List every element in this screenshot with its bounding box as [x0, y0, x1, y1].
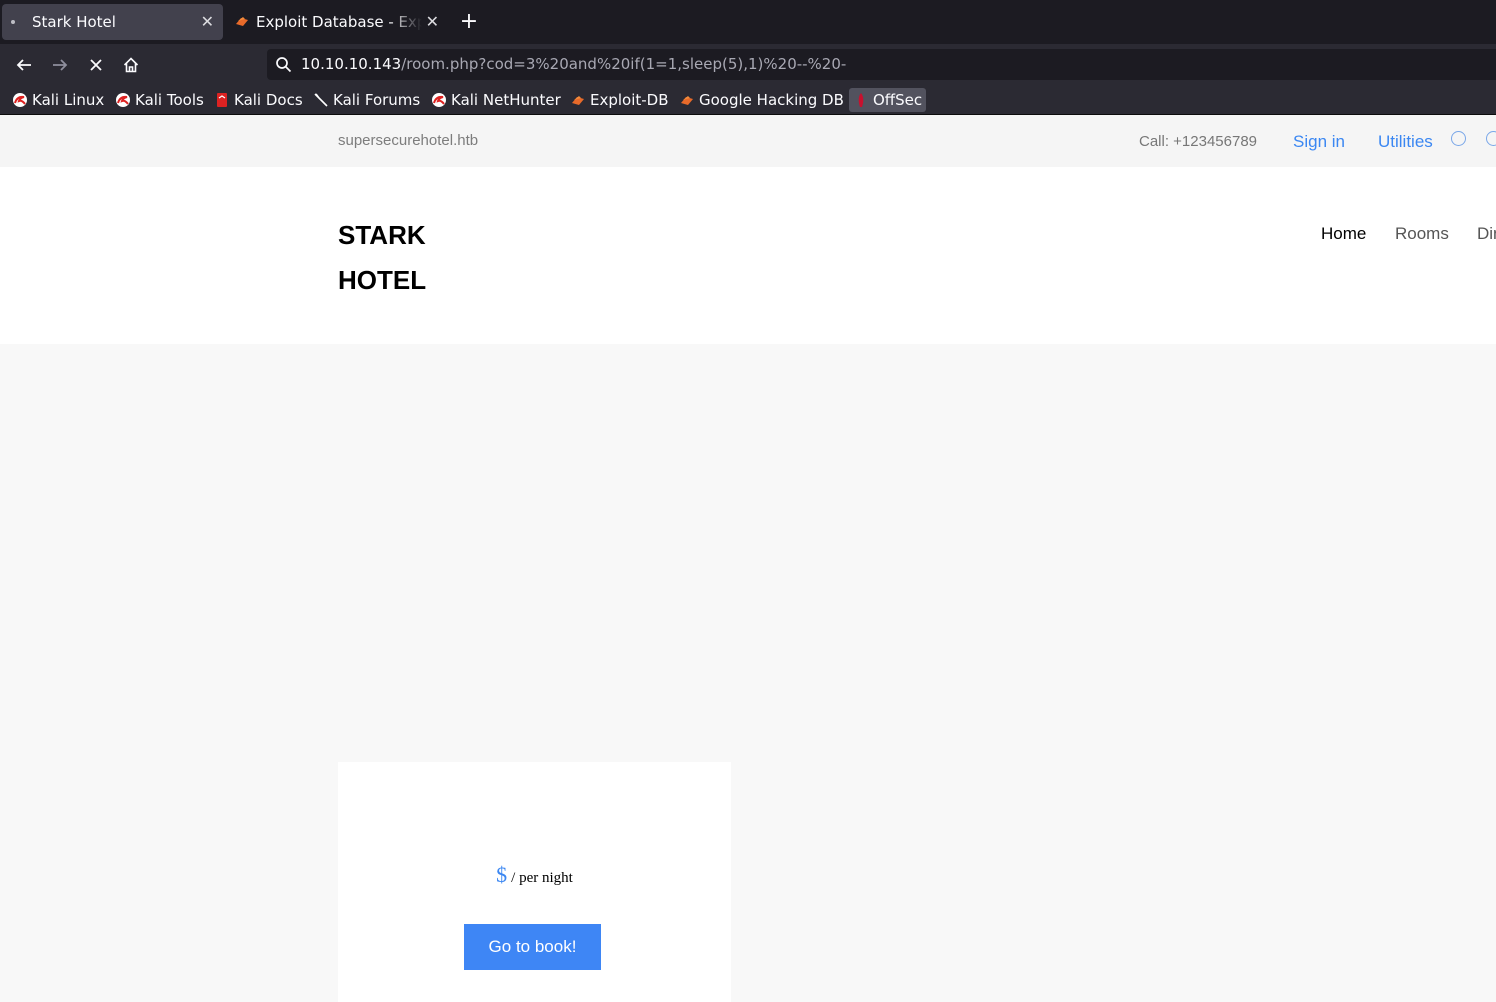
kali-icon: [116, 93, 130, 107]
bookmark-kali-forums[interactable]: Kali Forums: [313, 88, 420, 112]
bookmark-label: Exploit-DB: [590, 91, 669, 109]
bookmark-kali-tools[interactable]: Kali Tools: [115, 88, 204, 112]
bookmark-label: Kali NetHunter: [451, 91, 561, 109]
url-text[interactable]: 10.10.10.143/room.php?cod=3%20and%20if(1…: [301, 55, 846, 73]
address-bar[interactable]: 10.10.10.143/room.php?cod=3%20and%20if(1…: [267, 49, 1496, 80]
bookmark-kali-linux[interactable]: Kali Linux: [12, 88, 104, 112]
kali-docs-icon: [217, 93, 227, 107]
bookmark-label: Kali Tools: [135, 91, 204, 109]
tab-exploit-database[interactable]: Exploit Database - Exploit ✕: [226, 4, 448, 40]
tab-title: Stark Hotel: [32, 13, 116, 31]
bookmark-label: Kali Forums: [333, 91, 421, 109]
bookmarks-toolbar: Kali Linux Kali Tools Kali Docs Kali For…: [0, 85, 1496, 115]
go-to-book-button[interactable]: Go to book!: [464, 924, 601, 970]
back-arrow-icon: [16, 59, 31, 71]
forward-arrow-icon: [53, 59, 68, 71]
bookmark-exploit-db[interactable]: Exploit-DB: [570, 88, 669, 112]
site-topbar: supersecurehotel.htb Call: +123456789 Si…: [0, 115, 1496, 167]
url-host: 10.10.10.143: [301, 55, 402, 73]
bookmark-google-hacking-db[interactable]: Google Hacking DB: [679, 88, 844, 112]
kali-icon: [432, 93, 446, 107]
tab-title: Exploit Database - Exploit: [256, 13, 422, 31]
price-per-night: / per night: [511, 870, 573, 886]
stop-x-icon: [90, 59, 102, 71]
home-button[interactable]: [119, 53, 143, 77]
url-path: /room.php?cod=3%20and%20if(1=1,sleep(5),…: [401, 55, 847, 73]
bookmark-label: Kali Linux: [32, 91, 105, 109]
loading-dot-icon: [11, 20, 15, 24]
offsec-icon: [858, 93, 864, 107]
facebook-icon[interactable]: [1486, 131, 1496, 146]
bookmark-kali-nethunter[interactable]: Kali NetHunter: [431, 88, 561, 112]
tab-strip: Stark Hotel ✕ Exploit Database - Exploit…: [0, 0, 1496, 44]
tab-stark-hotel[interactable]: Stark Hotel ✕: [2, 4, 223, 40]
search-icon: [276, 57, 292, 73]
price-currency: $: [496, 862, 508, 887]
utilities-link[interactable]: Utilities: [1378, 132, 1433, 152]
close-tab-icon[interactable]: ✕: [426, 13, 439, 31]
site-domain: supersecurehotel.htb: [338, 132, 479, 149]
room-price: $ / per night: [338, 862, 731, 888]
home-icon: [123, 57, 139, 73]
kali-icon: [13, 93, 27, 107]
exploit-db-icon: [236, 17, 248, 26]
stop-button[interactable]: [84, 53, 108, 77]
bookmark-label: Kali Docs: [234, 91, 303, 109]
call-number: Call: +123456789: [1139, 133, 1258, 150]
exploit-db-icon: [572, 96, 584, 105]
nav-rooms[interactable]: Rooms: [1395, 224, 1449, 244]
bookmark-label: Google Hacking DB: [699, 91, 844, 109]
forward-button[interactable]: [48, 53, 72, 77]
site-header: STARK HOTEL Home Rooms Dining: [0, 167, 1496, 344]
room-card: $ / per night Go to book!: [338, 762, 731, 1002]
close-tab-icon[interactable]: ✕: [201, 13, 214, 31]
new-tab-button[interactable]: +: [457, 10, 481, 34]
exploit-db-icon: [681, 96, 693, 105]
logo-line-2: HOTEL: [338, 265, 427, 295]
bookmark-offsec[interactable]: OffSec: [849, 88, 927, 112]
nav-home[interactable]: Home: [1321, 224, 1366, 244]
navigation-toolbar: 10.10.10.143/room.php?cod=3%20and%20if(1…: [0, 44, 1496, 85]
back-button[interactable]: [12, 53, 36, 77]
sign-in-link[interactable]: Sign in: [1293, 132, 1345, 152]
nav-dining[interactable]: Dining: [1477, 224, 1496, 244]
logo-line-1: STARK: [338, 220, 426, 250]
twitter-icon[interactable]: [1451, 131, 1466, 146]
kali-forums-icon: [314, 93, 328, 107]
bookmark-label: OffSec: [873, 91, 923, 109]
site-logo[interactable]: STARK HOTEL: [338, 213, 426, 303]
bookmark-kali-docs[interactable]: Kali Docs: [214, 88, 303, 112]
